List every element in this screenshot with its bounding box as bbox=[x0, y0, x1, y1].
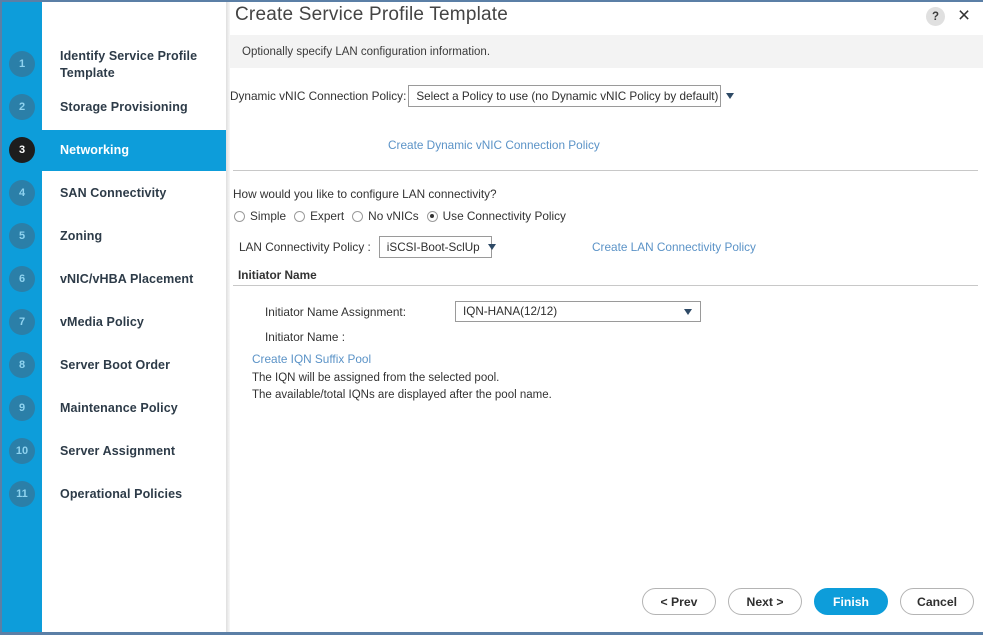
lan-option-label: No vNICs bbox=[368, 209, 418, 223]
dynamic-vnic-row: Dynamic vNIC Connection Policy: Select a… bbox=[230, 85, 721, 107]
initiator-name-section-title: Initiator Name bbox=[238, 268, 317, 282]
sidebar-step-number-badge[interactable]: 10 bbox=[9, 438, 35, 464]
close-icon[interactable]: × bbox=[953, 4, 975, 26]
create-dynamic-vnic-policy-link[interactable]: Create Dynamic vNIC Connection Policy bbox=[388, 138, 600, 152]
chevron-down-icon bbox=[726, 93, 734, 99]
lan-connectivity-policy-row: LAN Connectivity Policy : iSCSI-Boot-Scl… bbox=[239, 236, 492, 258]
finish-button[interactable]: Finish bbox=[814, 588, 888, 615]
lan-connectivity-question: How would you like to configure LAN conn… bbox=[233, 187, 497, 201]
sidebar-item-label: Zoning bbox=[42, 228, 108, 245]
sidebar-item-label: vMedia Policy bbox=[42, 314, 150, 331]
dialog-main-panel: Create Service Profile Template ? × Opti… bbox=[230, 2, 983, 634]
dynamic-vnic-label: Dynamic vNIC Connection Policy: bbox=[230, 89, 408, 103]
sidebar-step-number-badge[interactable]: 5 bbox=[9, 223, 35, 249]
initiator-name-help-line-1: The IQN will be assigned from the select… bbox=[252, 370, 552, 387]
sidebar-item-san-connectivity[interactable]: SAN Connectivity bbox=[42, 173, 226, 214]
dialog-footer: < Prev Next > Finish Cancel bbox=[230, 580, 983, 634]
radio-button-icon[interactable] bbox=[294, 211, 305, 222]
sidebar-item-vnic-vhba-placement[interactable]: vNIC/vHBA Placement bbox=[42, 259, 226, 300]
section-divider bbox=[233, 170, 978, 171]
radio-button-icon[interactable] bbox=[427, 211, 438, 222]
sidebar-item-label: Storage Provisioning bbox=[42, 99, 194, 116]
lan-option-expert[interactable]: Expert bbox=[294, 209, 344, 223]
sidebar-item-storage-provisioning[interactable]: Storage Provisioning bbox=[42, 87, 226, 128]
prev-button[interactable]: < Prev bbox=[642, 588, 716, 615]
sidebar-item-identify-service-profile-template[interactable]: Identify Service Profile Template bbox=[42, 44, 226, 85]
dynamic-vnic-select-value: Select a Policy to use (no Dynamic vNIC … bbox=[409, 90, 718, 103]
initiator-name-divider bbox=[233, 285, 978, 286]
radio-button-icon[interactable] bbox=[234, 211, 245, 222]
lan-option-label: Expert bbox=[310, 209, 344, 223]
initiator-name-assignment-select[interactable]: IQN-HANA(12/12) bbox=[455, 301, 701, 322]
dialog-subtitle: Optionally specify LAN configuration inf… bbox=[230, 46, 490, 58]
sidebar-item-operational-policies[interactable]: Operational Policies bbox=[42, 474, 226, 515]
next-button[interactable]: Next > bbox=[728, 588, 802, 615]
sidebar-step-number-badge[interactable]: 4 bbox=[9, 180, 35, 206]
sidebar-item-vmedia-policy[interactable]: vMedia Policy bbox=[42, 302, 226, 343]
chevron-down-icon bbox=[684, 309, 692, 315]
sidebar-item-server-boot-order[interactable]: Server Boot Order bbox=[42, 345, 226, 386]
sidebar-step-number-badge[interactable]: 8 bbox=[9, 352, 35, 378]
initiator-name-label: Initiator Name : bbox=[265, 330, 345, 344]
sidebar-item-networking[interactable]: Networking bbox=[2, 130, 226, 171]
sidebar-item-maintenance-policy[interactable]: Maintenance Policy bbox=[42, 388, 226, 429]
radio-button-icon[interactable] bbox=[352, 211, 363, 222]
dynamic-vnic-select[interactable]: Select a Policy to use (no Dynamic vNIC … bbox=[408, 85, 721, 107]
sidebar-step-number-badge[interactable]: 1 bbox=[9, 51, 35, 77]
dialog-content: Dynamic vNIC Connection Policy: Select a… bbox=[230, 68, 983, 580]
sidebar-item-label: Server Boot Order bbox=[42, 357, 176, 374]
dialog-button-row: < Prev Next > Finish Cancel bbox=[642, 588, 974, 615]
initiator-name-assignment-value: IQN-HANA(12/12) bbox=[456, 305, 676, 318]
sidebar-item-label: Server Assignment bbox=[42, 443, 181, 460]
sidebar-item-label: Maintenance Policy bbox=[42, 400, 184, 417]
dialog-titlebar: Create Service Profile Template ? × bbox=[230, 2, 983, 35]
chevron-down-icon bbox=[488, 244, 496, 250]
sidebar-item-label: Operational Policies bbox=[42, 486, 188, 503]
lan-option-use-connectivity-policy[interactable]: Use Connectivity Policy bbox=[427, 209, 566, 223]
initiator-name-help-line-2: The available/total IQNs are displayed a… bbox=[252, 387, 552, 404]
sidebar-step-number-badge[interactable]: 3 bbox=[9, 137, 35, 163]
sidebar-item-label: vNIC/vHBA Placement bbox=[42, 271, 199, 288]
sidebar-item-zoning[interactable]: Zoning bbox=[42, 216, 226, 257]
sidebar-item-label: Networking bbox=[42, 142, 135, 159]
sidebar-step-number-badge[interactable]: 2 bbox=[9, 94, 35, 120]
lan-connectivity-policy-label: LAN Connectivity Policy : bbox=[239, 240, 379, 254]
sidebar-item-label: SAN Connectivity bbox=[42, 185, 172, 202]
cancel-button[interactable]: Cancel bbox=[900, 588, 974, 615]
sidebar-item-label: Identify Service Profile Template bbox=[42, 48, 226, 81]
initiator-name-assignment-label: Initiator Name Assignment: bbox=[265, 305, 455, 319]
lan-option-no-vnics[interactable]: No vNICs bbox=[352, 209, 418, 223]
lan-option-label: Use Connectivity Policy bbox=[443, 209, 566, 223]
help-icon[interactable]: ? bbox=[926, 7, 945, 26]
create-lan-connectivity-policy-link[interactable]: Create LAN Connectivity Policy bbox=[592, 240, 756, 254]
sidebar-step-number-badge[interactable]: 6 bbox=[9, 266, 35, 292]
initiator-name-assignment-row: Initiator Name Assignment: IQN-HANA(12/1… bbox=[265, 301, 701, 322]
wizard-step-list: Identify Service Profile Template Storage… bbox=[42, 2, 226, 635]
sidebar-step-number-badge[interactable]: 11 bbox=[9, 481, 35, 507]
dialog-subtitle-bar: Optionally specify LAN configuration inf… bbox=[230, 35, 983, 68]
lan-connectivity-policy-value: iSCSI-Boot-SclUp bbox=[380, 241, 480, 254]
lan-connectivity-policy-select[interactable]: iSCSI-Boot-SclUp bbox=[379, 236, 492, 258]
lan-connectivity-radio-group: Simple Expert No vNICs Use Connectivity Pol… bbox=[234, 209, 574, 223]
lan-option-label: Simple bbox=[250, 209, 286, 223]
initiator-name-help-text: The IQN will be assigned from the select… bbox=[252, 370, 552, 403]
sidebar-step-number-badge[interactable]: 7 bbox=[9, 309, 35, 335]
create-iqn-suffix-pool-link[interactable]: Create IQN Suffix Pool bbox=[252, 352, 371, 366]
sidebar-step-number-badge[interactable]: 9 bbox=[9, 395, 35, 421]
sidebar-item-server-assignment[interactable]: Server Assignment bbox=[42, 431, 226, 472]
lan-option-simple[interactable]: Simple bbox=[234, 209, 286, 223]
create-service-profile-template-dialog: Identify Service Profile Template Storage… bbox=[0, 0, 983, 635]
page-title: Create Service Profile Template bbox=[235, 4, 508, 26]
